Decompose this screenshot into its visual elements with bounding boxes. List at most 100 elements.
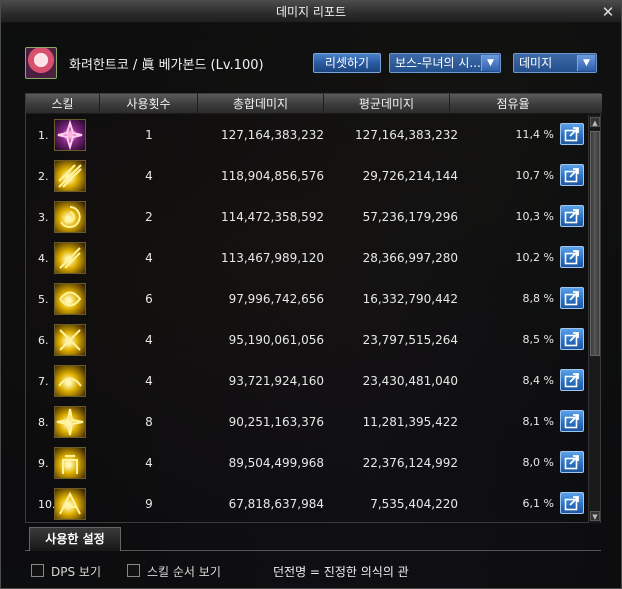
row-share: 10,7 % xyxy=(515,169,554,182)
row-average-damage: 16,332,790,442 xyxy=(362,292,458,306)
header-total-damage[interactable]: 총합데미지 xyxy=(198,94,324,113)
window-title: 데미지 리포트 xyxy=(275,5,347,19)
header-skill[interactable]: 스킬 xyxy=(26,94,100,113)
damage-type-value: 데미지 xyxy=(519,56,553,70)
skill-icon-gold-burst xyxy=(54,160,86,192)
row-use-count: 2 xyxy=(145,210,153,224)
scroll-down-icon[interactable]: ▼ xyxy=(590,511,600,521)
skill-icon-gold-star xyxy=(54,406,86,438)
row-share: 10,2 % xyxy=(515,251,554,264)
row-share: 8,4 % xyxy=(522,374,554,387)
row-total-damage: 114,472,358,592 xyxy=(220,210,324,224)
share-export-button[interactable] xyxy=(560,123,584,145)
skill-damage-table: 스킬 사용횟수 총합데미지 평균데미지 점유율 1. 1 127,164,383,2… xyxy=(25,93,602,525)
dps-checkbox-label: DPS 보기 xyxy=(51,565,101,579)
row-total-damage: 89,504,499,968 xyxy=(228,456,324,470)
export-icon xyxy=(564,373,579,388)
row-use-count: 4 xyxy=(145,333,153,347)
export-icon xyxy=(564,291,579,306)
skill-order-checkbox[interactable] xyxy=(127,564,140,577)
row-use-count: 6 xyxy=(145,292,153,306)
export-icon xyxy=(564,332,579,347)
scrollbar[interactable]: ▲ ▼ xyxy=(588,115,600,523)
header-share[interactable]: 점유율 xyxy=(450,94,576,113)
table-row: 4. 4 113,467,989,120 28,366,997,280 10,2 % xyxy=(26,238,586,279)
row-share: 8,0 % xyxy=(522,456,554,469)
row-total-damage: 113,467,989,120 xyxy=(220,251,324,265)
export-icon xyxy=(564,250,579,265)
table-row: 7. 4 93,721,924,160 23,430,481,040 8,4 % xyxy=(26,361,586,402)
row-total-damage: 93,721,924,160 xyxy=(228,374,324,388)
export-icon xyxy=(564,127,579,142)
row-total-damage: 67,818,637,984 xyxy=(228,497,324,511)
table-row: 8. 8 90,251,163,376 11,281,395,422 8,1 % xyxy=(26,402,586,443)
share-export-button[interactable] xyxy=(560,246,584,268)
row-total-damage: 127,164,383,232 xyxy=(220,128,324,142)
skill-icon-gold-fist xyxy=(54,447,86,479)
table-row: 2. 4 118,904,856,576 29,726,214,144 10,7 % xyxy=(26,156,586,197)
row-average-damage: 11,281,395,422 xyxy=(362,415,458,429)
share-export-button[interactable] xyxy=(560,328,584,350)
row-use-count: 4 xyxy=(145,374,153,388)
footer: DPS 보기 스킬 순서 보기 던전명 = 진정한 의식의 관 xyxy=(31,563,611,583)
row-average-damage: 28,366,997,280 xyxy=(362,251,458,265)
close-icon[interactable]: ✕ xyxy=(599,1,617,23)
row-average-damage: 127,164,383,232 xyxy=(354,128,458,142)
export-icon xyxy=(564,168,579,183)
share-export-button[interactable] xyxy=(560,451,584,473)
skill-icon-gold-spin xyxy=(54,283,86,315)
title-bar[interactable]: 데미지 리포트 ✕ xyxy=(1,1,621,23)
boss-select[interactable]: 보스-무녀의 시... ▼ xyxy=(389,53,501,73)
skill-icon-gold-slash xyxy=(54,242,86,274)
damage-report-window: 데미지 리포트 ✕ 화려한트코 / 眞 베가본드 (Lv.100) 리셋하기 보… xyxy=(0,0,622,589)
dps-checkbox[interactable] xyxy=(31,564,44,577)
character-header: 화려한트코 / 眞 베가본드 (Lv.100) 리셋하기 보스-무녀의 시...… xyxy=(25,47,605,79)
skill-icon-purple xyxy=(54,119,86,151)
table-row: 1. 1 127,164,383,232 127,164,383,232 11,4 % xyxy=(26,115,586,156)
tab-used-settings[interactable]: 사용한 설정 xyxy=(29,527,121,551)
row-share: 6,1 % xyxy=(522,497,554,510)
damage-type-select[interactable]: 데미지 ▼ xyxy=(513,53,597,73)
export-icon xyxy=(564,496,579,511)
dungeon-name: 던전명 = 진정한 의식의 관 xyxy=(273,565,409,579)
row-average-damage: 23,430,481,040 xyxy=(362,374,458,388)
skill-icon-gold-wave xyxy=(54,365,86,397)
export-icon xyxy=(564,455,579,470)
row-total-damage: 90,251,163,376 xyxy=(228,415,324,429)
row-total-damage: 95,190,061,056 xyxy=(228,333,324,347)
row-share: 11,4 % xyxy=(515,128,554,141)
export-icon xyxy=(564,209,579,224)
row-average-damage: 29,726,214,144 xyxy=(362,169,458,183)
row-share: 8,5 % xyxy=(522,333,554,346)
boss-select-value: 보스-무녀의 시... xyxy=(395,56,481,70)
share-export-button[interactable] xyxy=(560,492,584,514)
table-row: 5. 6 97,996,742,656 16,332,790,442 8,8 % xyxy=(26,279,586,320)
scroll-up-icon[interactable]: ▲ xyxy=(590,117,600,127)
share-export-button[interactable] xyxy=(560,287,584,309)
header-average-damage[interactable]: 평균데미지 xyxy=(324,94,450,113)
table-row: 3. 2 114,472,358,592 57,236,179,296 10,3 % xyxy=(26,197,586,238)
tab-strip: 사용한 설정 xyxy=(25,525,601,551)
chevron-down-icon[interactable]: ▼ xyxy=(577,55,595,71)
reset-button[interactable]: 리셋하기 xyxy=(313,53,381,73)
chevron-down-icon[interactable]: ▼ xyxy=(481,55,499,71)
skill-icon-gold-strike xyxy=(54,488,86,520)
row-use-count: 8 xyxy=(145,415,153,429)
share-export-button[interactable] xyxy=(560,205,584,227)
share-export-button[interactable] xyxy=(560,410,584,432)
row-use-count: 1 xyxy=(145,128,153,142)
row-share: 8,1 % xyxy=(522,415,554,428)
header-count[interactable]: 사용횟수 xyxy=(100,94,198,113)
table-body: 1. 1 127,164,383,232 127,164,383,232 11,4 % 2… xyxy=(26,115,586,525)
row-total-damage: 97,996,742,656 xyxy=(228,292,324,306)
row-use-count: 9 xyxy=(145,497,153,511)
scroll-thumb[interactable] xyxy=(590,131,600,356)
row-average-damage: 22,376,124,992 xyxy=(362,456,458,470)
row-use-count: 4 xyxy=(145,169,153,183)
share-export-button[interactable] xyxy=(560,164,584,186)
row-share: 10,3 % xyxy=(515,210,554,223)
share-export-button[interactable] xyxy=(560,369,584,391)
table-row: 6. 4 95,190,061,056 23,797,515,264 8,5 % xyxy=(26,320,586,361)
table-row: 10. 9 67,818,637,984 7,535,404,220 6,1 % xyxy=(26,484,586,525)
export-icon xyxy=(564,414,579,429)
